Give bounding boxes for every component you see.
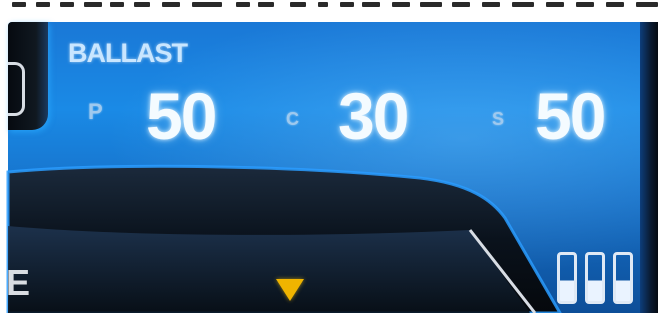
gauge-group xyxy=(557,252,637,306)
hud-screen: BALLAST P 50 C 30 S 50 E xyxy=(0,0,668,313)
gauge-icon xyxy=(613,252,633,304)
down-arrow-icon[interactable] xyxy=(276,279,304,301)
edge-letter: E xyxy=(6,262,31,303)
gauge-icon xyxy=(557,252,577,304)
gauge-icon xyxy=(585,252,605,304)
